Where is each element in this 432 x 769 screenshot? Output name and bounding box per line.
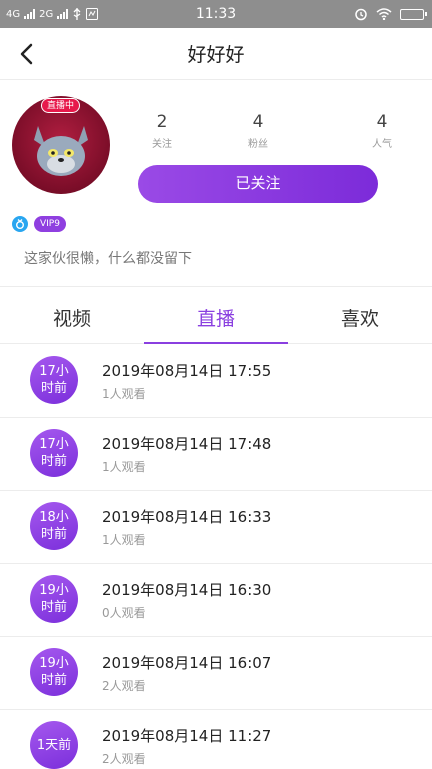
stat-popularity[interactable]: 4 人气 bbox=[352, 112, 412, 150]
live-datetime: 2019年08月14日 16:33 bbox=[102, 508, 272, 526]
status-right bbox=[354, 0, 427, 28]
live-datetime: 2019年08月14日 16:30 bbox=[102, 581, 272, 599]
page-title: 好好好 bbox=[187, 44, 245, 66]
nav-bar: 好好好 bbox=[0, 28, 432, 80]
viewer-count: 0人观看 bbox=[102, 606, 146, 620]
vip-badge: VIP9 bbox=[34, 216, 66, 232]
tab-active-indicator bbox=[144, 342, 288, 344]
live-badge: 直播中 bbox=[41, 98, 81, 113]
stat-fans[interactable]: 4 粉丝 bbox=[228, 112, 288, 150]
stat-value: 2 bbox=[156, 112, 168, 132]
tab-bar: 视频 直播 喜欢 bbox=[0, 288, 432, 344]
bio-text: 这家伙很懒，什么都没留下 bbox=[24, 251, 192, 267]
tab-live[interactable]: 直播 bbox=[144, 304, 288, 331]
viewer-count: 2人观看 bbox=[102, 679, 146, 693]
time-ago-badge: 18小时前 bbox=[30, 502, 78, 550]
list-item[interactable]: 19小时前 2019年08月14日 16:07 2人观看 bbox=[0, 637, 432, 710]
live-list: 17小时前 2019年08月14日 17:55 1人观看 17小时前 2019年… bbox=[0, 345, 432, 769]
list-item[interactable]: 1天前 2019年08月14日 11:27 2人观看 bbox=[0, 710, 432, 769]
viewer-count: 1人观看 bbox=[102, 387, 146, 401]
list-item[interactable]: 17小时前 2019年08月14日 17:48 1人观看 bbox=[0, 418, 432, 491]
stat-label: 关注 bbox=[152, 139, 172, 150]
follow-button[interactable]: 已关注 bbox=[138, 165, 378, 203]
time-ago-badge: 1天前 bbox=[30, 721, 78, 769]
badges-row: VIP9 bbox=[12, 215, 66, 233]
avatar[interactable]: 直播中 bbox=[12, 96, 110, 194]
time-ago-badge: 17小时前 bbox=[30, 356, 78, 404]
live-datetime: 2019年08月14日 17:48 bbox=[102, 435, 272, 453]
live-datetime: 2019年08月14日 16:07 bbox=[102, 654, 272, 672]
wifi-icon bbox=[376, 8, 392, 20]
stat-value: 4 bbox=[252, 112, 264, 132]
divider bbox=[0, 286, 432, 287]
gender-icon bbox=[12, 216, 28, 232]
stat-label: 粉丝 bbox=[248, 139, 268, 150]
stat-label: 人气 bbox=[372, 139, 392, 150]
alarm-icon bbox=[355, 8, 367, 21]
time-ago-badge: 19小时前 bbox=[30, 648, 78, 696]
viewer-count: 2人观看 bbox=[102, 752, 146, 766]
time-ago-badge: 19小时前 bbox=[30, 575, 78, 623]
live-datetime: 2019年08月14日 11:27 bbox=[102, 727, 272, 745]
tab-video[interactable]: 视频 bbox=[0, 304, 144, 331]
list-item[interactable]: 18小时前 2019年08月14日 16:33 1人观看 bbox=[0, 491, 432, 564]
tab-likes[interactable]: 喜欢 bbox=[288, 304, 432, 331]
list-item[interactable]: 17小时前 2019年08月14日 17:55 1人观看 bbox=[0, 345, 432, 418]
time-ago-badge: 17小时前 bbox=[30, 429, 78, 477]
stats-row: 2 关注 4 粉丝 4 人气 bbox=[130, 112, 420, 152]
battery-icon bbox=[400, 8, 427, 20]
viewer-count: 1人观看 bbox=[102, 460, 146, 474]
list-item[interactable]: 19小时前 2019年08月14日 16:30 0人观看 bbox=[0, 564, 432, 637]
live-datetime: 2019年08月14日 17:55 bbox=[102, 362, 272, 380]
stat-value: 4 bbox=[376, 112, 388, 132]
viewer-count: 1人观看 bbox=[102, 533, 146, 547]
stat-following[interactable]: 2 关注 bbox=[132, 112, 192, 150]
status-bar: 4G 2G 11:33 bbox=[0, 0, 432, 28]
